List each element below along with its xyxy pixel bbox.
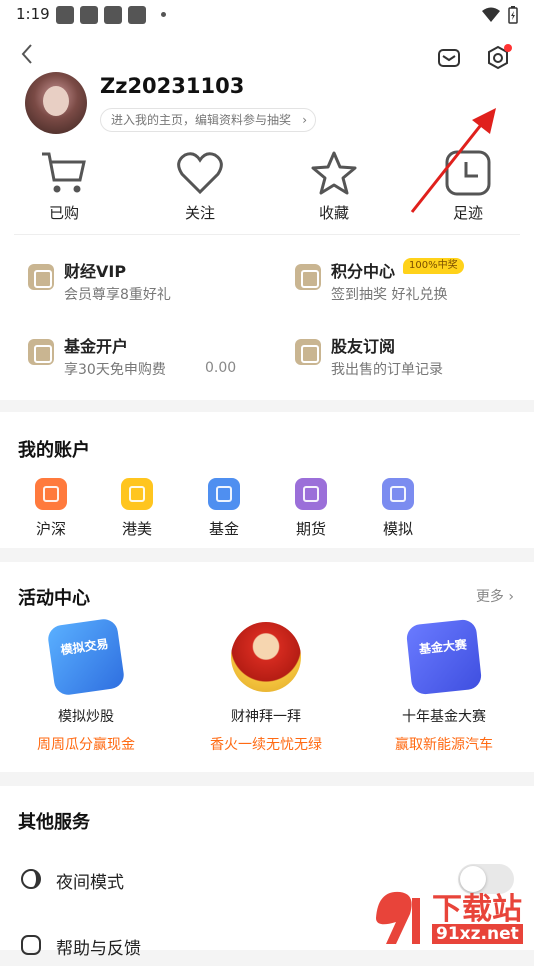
- activity-name: 十年基金大赛: [364, 706, 524, 726]
- more-notifications-dot: [161, 12, 166, 17]
- edit-profile-label: 进入我的主页，编辑资料参与抽奖: [111, 113, 291, 127]
- profile-card: Zz20231103 进入我的主页，编辑资料参与抽奖 › 已购 关注 收藏 足迹…: [0, 30, 534, 400]
- wealth-god-image: [231, 622, 301, 692]
- account-fund-label: 基金: [194, 518, 254, 539]
- service-vip[interactable]: 财经VIP 会员尊享8重好礼: [28, 258, 258, 308]
- other-services-title: 其他服务: [18, 808, 90, 834]
- quick-purchased[interactable]: 已购: [24, 150, 104, 223]
- account-hkus[interactable]: 港美: [107, 478, 167, 539]
- star-icon: [310, 150, 358, 196]
- help-icon: [20, 934, 42, 956]
- watermark-title: 下载站: [432, 884, 522, 928]
- vip-icon: [28, 264, 54, 290]
- activity-wealth-god[interactable]: 财神拜一拜 香火一续无忧无绿: [186, 622, 346, 754]
- activity-subtitle: 赢取新能源汽车: [364, 734, 524, 754]
- service-points-title: 积分中心: [331, 258, 395, 282]
- service-subscription-title: 股友订阅: [331, 333, 395, 357]
- futures-hourglass-icon: [295, 478, 327, 510]
- battery-icon: [508, 6, 518, 24]
- watermark-url: 91xz.net: [432, 924, 523, 944]
- night-mode-label: 夜间模式: [56, 868, 124, 893]
- service-points[interactable]: 积分中心 100%中奖 签到抽奖 好礼兑换: [295, 258, 525, 308]
- annotation-arrow: [408, 106, 498, 216]
- sim-trading-image: 模拟交易: [46, 617, 125, 696]
- chevron-right-icon: ›: [508, 589, 514, 605]
- fund-contest-image-text: 基金大赛: [415, 635, 470, 658]
- more-link[interactable]: 更多 ›: [476, 586, 514, 606]
- edit-profile-link[interactable]: 进入我的主页，编辑资料参与抽奖 ›: [100, 108, 316, 132]
- account-shsz-label: 沪深: [21, 518, 81, 539]
- app-notification-icon: [104, 6, 122, 24]
- activity-subtitle: 周周瓜分赢现金: [6, 734, 166, 754]
- service-fund-title: 基金开户: [64, 333, 128, 357]
- help-feedback-label: 帮助与反馈: [56, 934, 141, 959]
- quick-follow[interactable]: 关注: [160, 150, 240, 223]
- account-futures[interactable]: 期货: [281, 478, 341, 539]
- account-hkus-label: 港美: [107, 518, 167, 539]
- fund-account-icon: [28, 339, 54, 365]
- quick-favorites[interactable]: 收藏: [294, 150, 374, 223]
- cart-icon: [40, 150, 88, 196]
- sim-trading-image-text: 模拟交易: [57, 634, 113, 658]
- activity-sim-trading[interactable]: 模拟交易 模拟炒股 周周瓜分赢现金: [6, 622, 166, 754]
- simulation-icon: [382, 478, 414, 510]
- account-simulation[interactable]: 模拟: [368, 478, 428, 539]
- my-accounts-title: 我的账户: [18, 436, 90, 462]
- watermark: 下载站 91xz.net: [370, 884, 530, 948]
- service-subscription[interactable]: 股友订阅 我出售的订单记录: [295, 333, 525, 383]
- username: Zz20231103: [100, 74, 244, 98]
- fund-grid-icon: [208, 478, 240, 510]
- my-accounts-section: 我的账户 沪深 港美 基金 期货 模拟: [0, 412, 534, 548]
- shsz-icon: [35, 478, 67, 510]
- account-simulation-label: 模拟: [368, 518, 428, 539]
- app-notification-icon: [56, 6, 74, 24]
- fund-amount: 0.00: [205, 360, 236, 376]
- back-icon[interactable]: [18, 42, 36, 66]
- system-status: [482, 6, 518, 24]
- service-fund-subtitle: 享30天免申购费: [64, 359, 166, 379]
- wallet-icon: [295, 339, 321, 365]
- wifi-icon: [482, 7, 500, 23]
- status-time: 1:19: [16, 5, 50, 23]
- activity-fund-contest[interactable]: 基金大赛 十年基金大赛 赢取新能源汽车: [364, 622, 524, 754]
- activity-center-section: 活动中心 更多 › 模拟交易 模拟炒股 周周瓜分赢现金 财神拜一拜 香火一续无忧…: [0, 562, 534, 772]
- service-subscription-subtitle: 我出售的订单记录: [331, 359, 443, 379]
- activity-name: 财神拜一拜: [186, 706, 346, 726]
- status-bar: 1:19: [0, 0, 534, 30]
- service-vip-title: 财经VIP: [64, 258, 126, 282]
- prize-badge: 100%中奖: [403, 258, 464, 274]
- avatar[interactable]: [25, 72, 87, 134]
- account-shsz[interactable]: 沪深: [21, 478, 81, 539]
- activity-center-title: 活动中心: [18, 584, 90, 610]
- heart-icon: [176, 150, 224, 196]
- app-notification-icon: [80, 6, 98, 24]
- quick-favorites-label: 收藏: [294, 202, 374, 223]
- settings-button[interactable]: [484, 44, 512, 72]
- notification-icons: [56, 6, 146, 24]
- hkus-icon: [121, 478, 153, 510]
- chevron-right-icon: ›: [302, 109, 307, 131]
- account-fund[interactable]: 基金: [194, 478, 254, 539]
- quick-purchased-label: 已购: [24, 202, 104, 223]
- more-label: 更多: [476, 589, 504, 605]
- activity-name: 模拟炒股: [6, 706, 166, 726]
- mail-icon[interactable]: [437, 46, 461, 70]
- points-icon: [295, 264, 321, 290]
- divider: [14, 234, 520, 235]
- fund-contest-image: 基金大赛: [406, 619, 483, 696]
- quick-follow-label: 关注: [160, 202, 240, 223]
- service-vip-subtitle: 会员尊享8重好礼: [64, 284, 171, 304]
- app-notification-icon: [128, 6, 146, 24]
- notification-dot: [504, 44, 512, 52]
- night-mode-icon: [20, 868, 42, 890]
- service-points-subtitle: 签到抽奖 好礼兑换: [331, 284, 447, 304]
- activity-subtitle: 香火一续无忧无绿: [186, 734, 346, 754]
- account-futures-label: 期货: [281, 518, 341, 539]
